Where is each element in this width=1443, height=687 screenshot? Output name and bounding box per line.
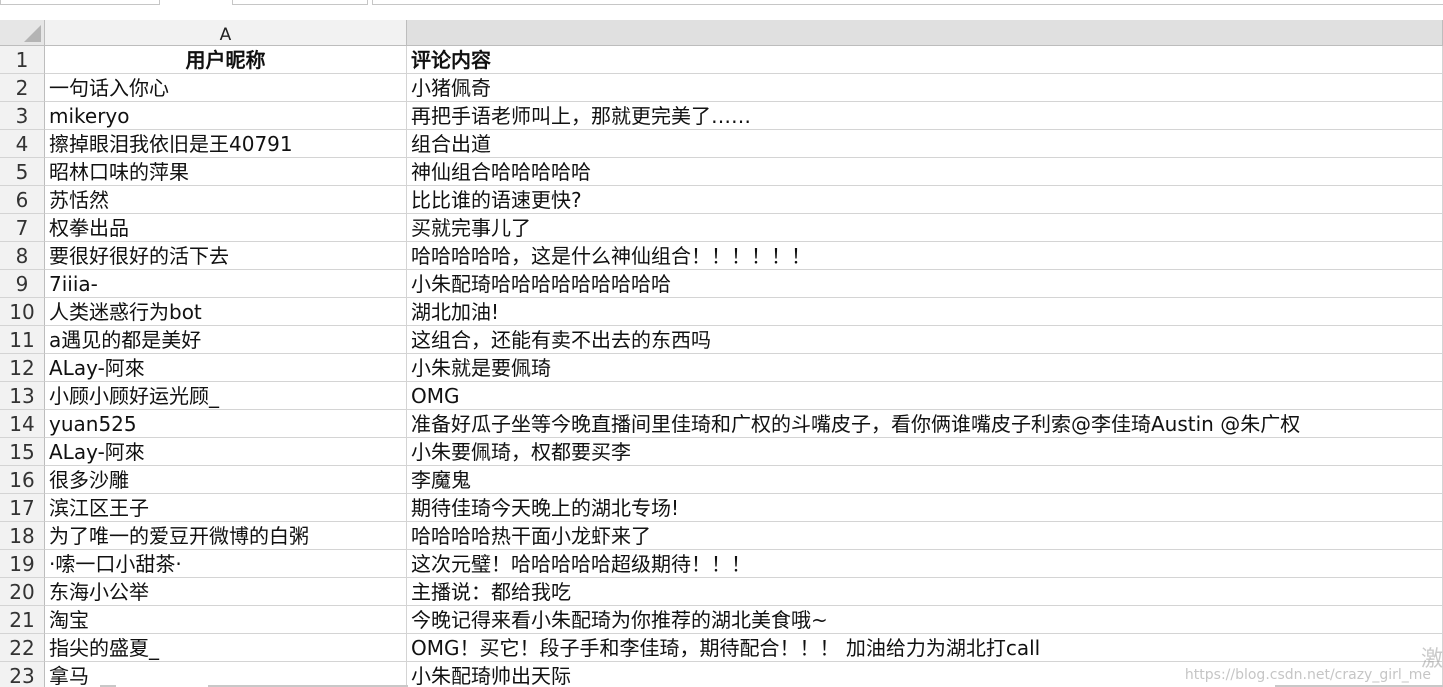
cell-comment[interactable]: 湖北加油! [407,298,1443,326]
cell-nickname[interactable]: 昭林口味的萍果 [45,158,407,186]
cell-comment[interactable]: 哈哈哈哈热干面小龙虾来了 [407,522,1443,550]
row-header[interactable]: 5 [0,158,45,186]
header-cell-nickname[interactable]: 用户昵称 [45,46,407,74]
cell-comment[interactable]: 哈哈哈哈哈，这是什么神仙组合！！！！！！ [407,242,1443,270]
row-header[interactable]: 7 [0,214,45,242]
row-header[interactable]: 23 [0,662,45,687]
formula-bar-area [0,0,1443,20]
row-header[interactable]: 10 [0,298,45,326]
cell-nickname[interactable]: 为了唯一的爱豆开微博的白粥 [45,522,407,550]
row-header[interactable]: 16 [0,466,45,494]
row-header[interactable]: 12 [0,354,45,382]
cell-nickname[interactable]: 指尖的盛夏_ [45,634,407,662]
cell-comment[interactable]: 小猪佩奇 [407,74,1443,102]
cell-nickname[interactable]: ALay-阿來 [45,354,407,382]
cell-comment[interactable]: 神仙组合哈哈哈哈哈 [407,158,1443,186]
cell-nickname[interactable]: 7iiia- [45,270,407,298]
cell-comment[interactable]: 今晚记得来看小朱配琦为你推荐的湖北美食哦~ [407,606,1443,634]
row-header[interactable]: 8 [0,242,45,270]
row-header[interactable]: 11 [0,326,45,354]
cell-comment[interactable]: 组合出道 [407,130,1443,158]
cell-nickname[interactable]: 人类迷惑行为bot [45,298,407,326]
cell-comment[interactable]: 比比谁的语速更快? [407,186,1443,214]
formula-input[interactable] [372,0,1443,5]
cell-nickname[interactable]: ALay-阿來 [45,438,407,466]
row-header[interactable]: 20 [0,578,45,606]
header-cell-comment[interactable]: 评论内容 [407,46,1443,74]
select-all-triangle-icon [24,25,41,42]
cell-comment[interactable]: 小朱就是要佩琦 [407,354,1443,382]
cell-nickname[interactable]: 拿马 [45,662,407,687]
cell-comment[interactable]: 这组合，还能有卖不出去的东西吗 [407,326,1443,354]
formula-buttons[interactable] [232,0,368,5]
cell-nickname[interactable]: yuan525 [45,410,407,438]
cell-nickname[interactable]: 权拳出品 [45,214,407,242]
cell-comment[interactable]: OMG！买它！段子手和李佳琦，期待配合！！！ 加油给力为湖北打call [407,634,1443,662]
row-header[interactable]: 22 [0,634,45,662]
cell-comment[interactable]: 再把手语老师叫上，那就更完美了…… [407,102,1443,130]
row-header[interactable]: 21 [0,606,45,634]
row-header[interactable]: 13 [0,382,45,410]
row-header[interactable]: 1 [0,46,45,74]
cell-comment[interactable]: 主播说：都给我吃 [407,578,1443,606]
cell-nickname[interactable]: 一句话入你心 [45,74,407,102]
row-header[interactable]: 14 [0,410,45,438]
column-header-a[interactable]: A [45,20,407,46]
cell-nickname[interactable]: 淘宝 [45,606,407,634]
row-header[interactable]: 15 [0,438,45,466]
cell-comment[interactable]: OMG [407,382,1443,410]
row-header[interactable]: 4 [0,130,45,158]
cell-comment[interactable]: 小朱要佩琦，权都要买李 [407,438,1443,466]
cell-nickname[interactable]: 很多沙雕 [45,466,407,494]
cell-nickname[interactable]: 苏恬然 [45,186,407,214]
spreadsheet-grid[interactable]: A 1 用户昵称 评论内容 2 一句话入你心 小猪佩奇 3 mikeryo 再把手语老师叫上，那… [0,20,1443,687]
cell-nickname[interactable]: a遇见的都是美好 [45,326,407,354]
row-header[interactable]: 17 [0,494,45,522]
cell-comment[interactable]: 小朱配琦哈哈哈哈哈哈哈哈哈 [407,270,1443,298]
cell-comment[interactable]: 李魔鬼 [407,466,1443,494]
column-header-b[interactable] [407,20,1443,46]
name-box[interactable] [0,0,160,5]
row-header[interactable]: 6 [0,186,45,214]
cell-comment[interactable]: 期待佳琦今天晚上的湖北专场! [407,494,1443,522]
row-header[interactable]: 2 [0,74,45,102]
cell-nickname[interactable]: 东海小公举 [45,578,407,606]
cell-nickname[interactable]: 滨江区王子 [45,494,407,522]
cell-nickname[interactable]: 要很好很好的活下去 [45,242,407,270]
row-header[interactable]: 9 [0,270,45,298]
cell-nickname[interactable]: 小顾小顾好运光顾_ [45,382,407,410]
watermark-text: https://blog.csdn.net/crazy_girl_me [1184,667,1431,683]
cell-nickname[interactable]: ·嗦一口小甜茶· [45,550,407,578]
select-all-button[interactable] [0,20,45,46]
row-header[interactable]: 18 [0,522,45,550]
cell-nickname[interactable]: mikeryo [45,102,407,130]
cell-comment[interactable]: 买就完事儿了 [407,214,1443,242]
cell-comment[interactable]: 这次元璧！哈哈哈哈哈超级期待！！！ [407,550,1443,578]
row-header[interactable]: 3 [0,102,45,130]
row-header[interactable]: 19 [0,550,45,578]
cell-nickname[interactable]: 擦掉眼泪我依旧是王40791 [45,130,407,158]
cell-comment[interactable]: 准备好瓜子坐等今晚直播间里佳琦和广权的斗嘴皮子，看你俩谁嘴皮子利索@李佳琦Aus… [407,410,1443,438]
